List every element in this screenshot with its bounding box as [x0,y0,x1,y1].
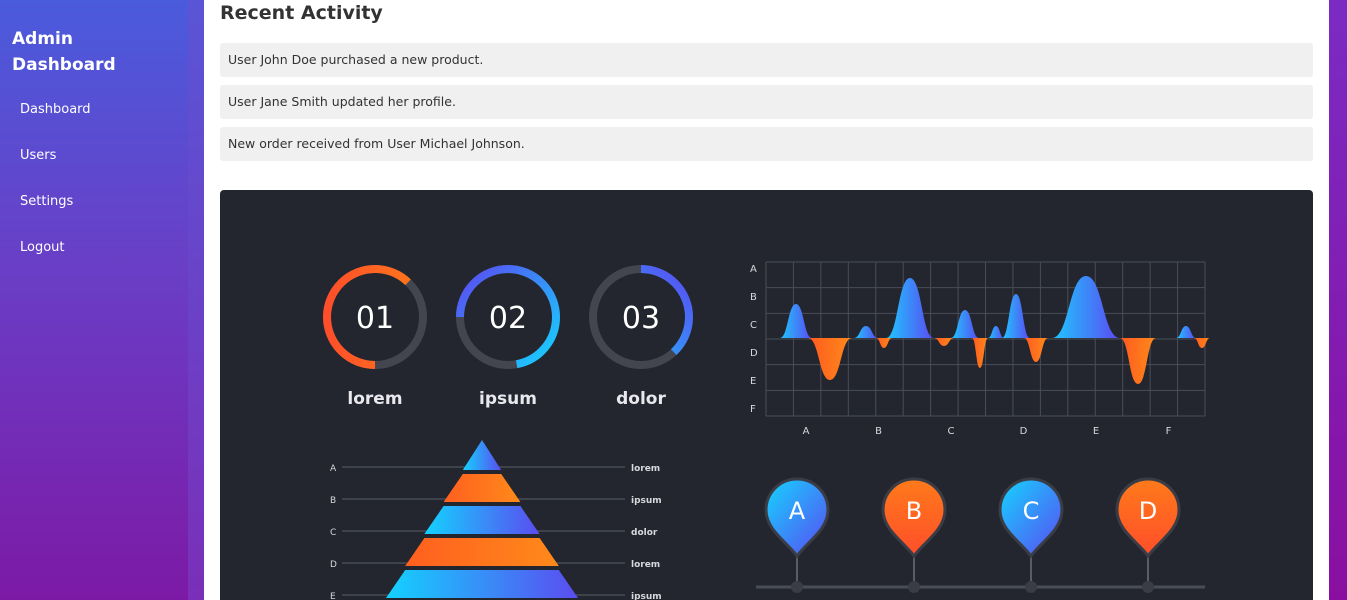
wave-shape [1024,338,1048,362]
wave-shape [780,304,812,338]
pyramid-left-label: D [330,560,337,570]
sidebar-item-settings[interactable]: Settings [20,192,91,238]
wave-shape [1002,294,1030,338]
pyramid-chart: Alorem B ipsum C dolor D lorem E ipsum [330,440,662,600]
wave-col-label: D [1020,426,1028,437]
ring-label: ipsum [479,389,537,409]
pyramid-left-label: B [330,496,336,506]
wave-row-label: E [750,376,756,387]
pyramid-right-label: ipsum [631,496,662,506]
pin-letter: A [789,497,806,525]
wave-row-label: A [750,264,757,275]
pyramid-right-label: lorem [631,560,660,570]
wave-col-label: F [1166,426,1172,437]
pin-node [1142,581,1154,593]
page-right-edge [1329,0,1347,600]
pyramid-left-label: A [330,464,337,474]
pin-letter: C [1023,497,1040,525]
wave-chart: A B C D E F A B C D E F [750,261,1210,437]
pin-node [791,581,803,593]
wave-col-label: A [803,426,810,437]
wave-shape [934,338,954,346]
wave-shape [1194,338,1210,348]
pyramid-right-label: ipsum [631,592,662,600]
pyramid-tier [443,474,521,502]
pyramid-tier [405,538,559,566]
ring-number: 03 [622,301,660,336]
wave-row-label: D [750,348,758,359]
wave-row-label: C [750,320,757,331]
wave-shape [854,326,878,338]
wave-shape [876,338,892,348]
pyramid-left-label: C [330,528,336,538]
app-title: Admin Dashboard [12,29,116,75]
pyramid-tier [424,506,540,534]
pin-node [908,581,920,593]
wave-shape [1052,276,1120,338]
ring-label: lorem [347,389,402,409]
wave-shape [988,326,1004,338]
wave-row-label: F [750,404,756,415]
sidebar-edge [188,0,204,600]
progress-rings: 01 lorem 02 ipsum 03 dolor [323,265,693,409]
wave-col-label: C [948,426,955,437]
pin-node [1025,581,1037,593]
sidebar-item-dashboard[interactable]: Dashboard [20,100,91,146]
ring-number: 01 [356,301,394,336]
sidebar-nav: Dashboard Users Settings Logout [20,100,91,284]
wave-row-label: B [750,292,757,303]
activity-list: User John Doe purchased a new product. U… [220,43,1313,169]
wave-shape [886,278,934,338]
page-title: Recent Activity [220,2,383,24]
wave-shape [808,338,852,380]
pyramid-right-label: dolor [631,528,658,538]
wave-col-label: E [1093,426,1099,437]
main-content[interactable]: Recent Activity User John Doe purchased … [204,0,1329,600]
pyramid-right-label: lorem [631,464,660,474]
wave-col-label: B [875,426,882,437]
list-item: User John Doe purchased a new product. [220,43,1313,77]
pin-letter: D [1139,497,1157,525]
pin-letter: B [906,497,922,525]
wave-shape [951,310,979,338]
ring-label: dolor [616,389,666,409]
list-item: New order received from User Michael Joh… [220,127,1313,161]
pyramid-left-label: E [330,592,336,600]
wave-shape [1176,326,1196,338]
sidebar-item-logout[interactable]: Logout [20,238,91,284]
sidebar: Admin Dashboard Dashboard Users Settings… [0,0,188,600]
sidebar-item-users[interactable]: Users [20,146,91,192]
pyramid-tier [386,570,578,598]
pyramid-tier [462,440,502,470]
ring-number: 02 [489,301,527,336]
dashboard-infographic-image: 01 lorem 02 ipsum 03 dolor A B C D E F A B C D E F Alore… [220,190,1313,600]
pin-markers: A B C D [756,477,1205,593]
list-item: User Jane Smith updated her profile. [220,85,1313,119]
